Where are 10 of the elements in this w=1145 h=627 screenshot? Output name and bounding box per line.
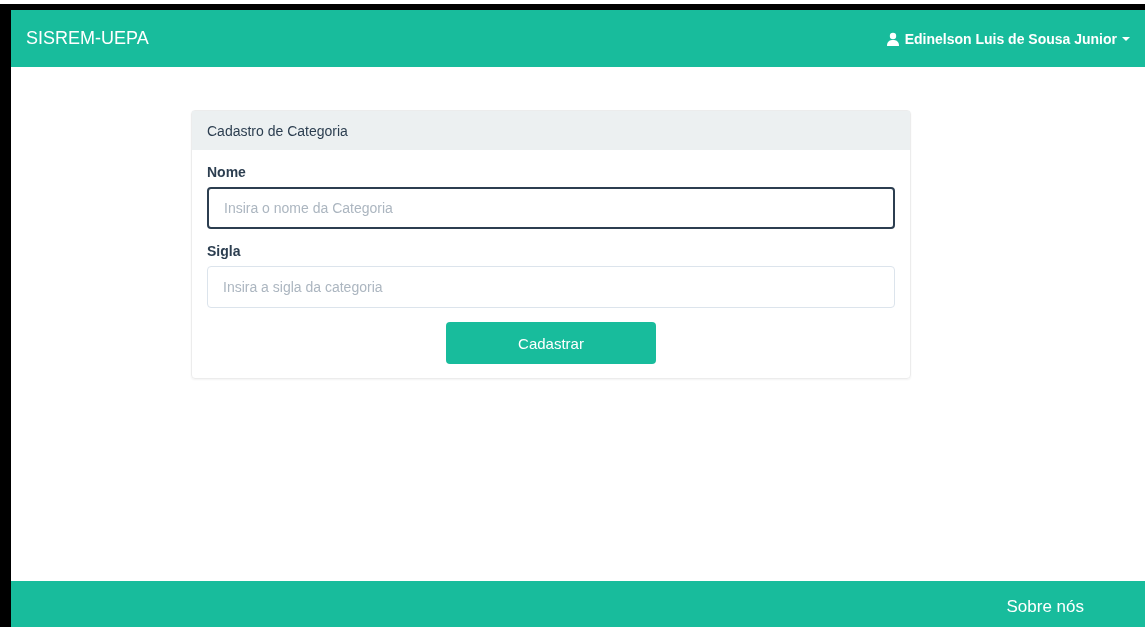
brand-link[interactable]: SISREM-UEPA xyxy=(26,28,149,49)
input-field[interactable]: Insira o nome da Categoria xyxy=(207,187,895,229)
caret-icon xyxy=(1122,36,1130,41)
field-label: Sigla xyxy=(207,243,242,259)
card-title: Cadastro de Categoria xyxy=(207,122,348,139)
user-icon xyxy=(885,31,900,46)
about-link[interactable]: Sobre nós xyxy=(1006,597,1084,617)
field-label: Nome xyxy=(207,164,247,180)
submit-button[interactable]: Cadastrar xyxy=(446,322,656,364)
user-menu[interactable]: Edinelson Luis de Sousa Junior xyxy=(885,30,1130,47)
